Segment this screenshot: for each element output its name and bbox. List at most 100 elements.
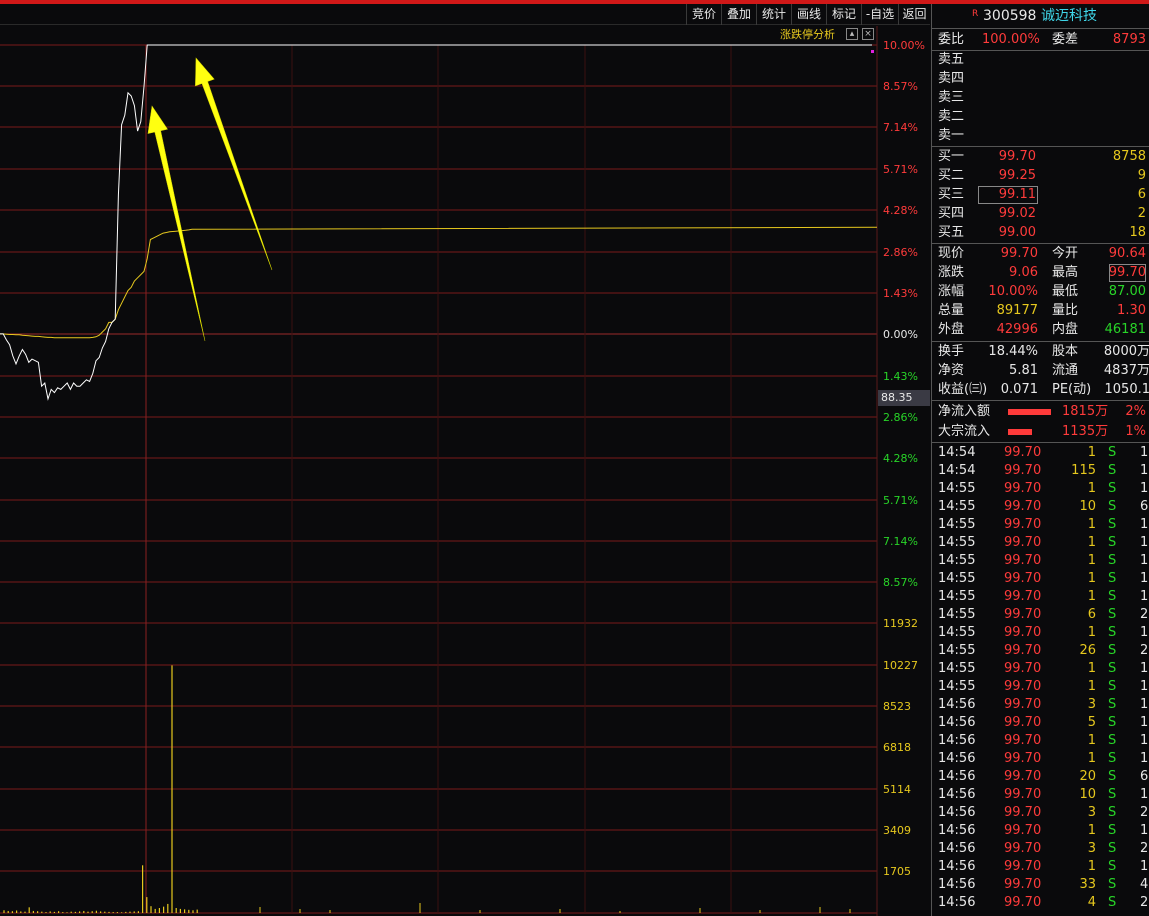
- buy-price[interactable]: 99.11: [978, 186, 1038, 204]
- tick-price: 99.70: [1004, 841, 1042, 856]
- close-icon[interactable]: ×: [862, 28, 874, 40]
- tick-row: 14:56 99.70 10 S 1: [932, 786, 1149, 804]
- tick-time: 14:54: [938, 463, 976, 478]
- stats-row: 总量 89177 量比 1.30: [932, 302, 1149, 320]
- stats-row: 现价 99.70 今开 90.64: [932, 245, 1149, 263]
- stat-value: 99.70: [1000, 246, 1038, 261]
- buy-volume: 2: [1137, 206, 1146, 221]
- tick-side: S: [1108, 589, 1117, 604]
- tick-count: 1: [1140, 517, 1149, 532]
- tick-side: S: [1108, 697, 1117, 712]
- y-axis-pct-label: 4.28%: [883, 204, 918, 217]
- y-axis-pct-label: 5.71%: [883, 163, 918, 176]
- tick-count: 1: [1140, 787, 1149, 802]
- stat-label: 外盘: [938, 322, 965, 337]
- tick-count: 1: [1140, 859, 1149, 874]
- tick-row: 14:55 99.70 1 S 1: [932, 678, 1149, 696]
- tick-price: 99.70: [1004, 535, 1042, 550]
- sell-order-row: 卖四: [932, 70, 1149, 88]
- tick-volume: 115: [1071, 463, 1096, 478]
- tick-time: 14:56: [938, 805, 976, 820]
- y-axis-pct-label: 4.28%: [883, 452, 918, 465]
- tick-volume: 1: [1087, 589, 1096, 604]
- toolbar-overlay-button[interactable]: 叠加: [721, 4, 756, 25]
- quote-panel: R 300598 诚迈科技 委比 100.00% 委差 8793 卖五 卖四 卖三卖…: [931, 4, 1149, 916]
- tick-row: 14:56 99.70 33 S 4: [932, 876, 1149, 894]
- tick-price: 99.70: [1004, 571, 1042, 586]
- intraday-chart[interactable]: 涨跌停分析 ▴ × 10.00% 8.57% 7.14% 5.71% 4.28% 2.86…: [0, 26, 930, 916]
- toolbar-back-button[interactable]: 返回: [898, 4, 930, 25]
- tick-time: 14:56: [938, 877, 976, 892]
- tick-price: 99.70: [1004, 715, 1042, 730]
- tick-row: 14:55 99.70 26 S 2: [932, 642, 1149, 660]
- tick-time: 14:56: [938, 751, 976, 766]
- tick-volume: 4: [1087, 895, 1096, 910]
- tick-count: 1: [1140, 481, 1149, 496]
- flow-value: 1815万: [1062, 404, 1109, 419]
- limit-analysis-button[interactable]: 涨跌停分析: [780, 28, 835, 42]
- tick-count: 2: [1140, 895, 1149, 910]
- tick-price: 99.70: [1004, 787, 1042, 802]
- tick-time: 14:56: [938, 715, 976, 730]
- buy-order-row: 买三 99.11 6: [932, 186, 1149, 204]
- tick-time: 14:56: [938, 733, 976, 748]
- tick-volume: 26: [1079, 643, 1096, 658]
- tick-time: 14:56: [938, 823, 976, 838]
- tick-time: 14:56: [938, 769, 976, 784]
- tick-volume: 3: [1087, 841, 1096, 856]
- buy-price[interactable]: 99.02: [978, 205, 1038, 223]
- tick-time: 14:54: [938, 445, 976, 460]
- collapse-icon[interactable]: ▴: [846, 28, 858, 40]
- stat-value: 99.70: [1108, 264, 1146, 282]
- toolbar-bidding-button[interactable]: 竞价: [686, 4, 721, 25]
- y-axis-pct-label: 1.43%: [883, 370, 918, 383]
- toolbar-mark-button[interactable]: 标记: [826, 4, 861, 25]
- tick-side: S: [1108, 517, 1117, 532]
- tick-volume: 1: [1087, 625, 1096, 640]
- tick-count: 1: [1140, 733, 1149, 748]
- tick-row: 14:55 99.70 1 S 1: [932, 570, 1149, 588]
- toolbar-draw-button[interactable]: 画线: [791, 4, 826, 25]
- tick-count: 1: [1140, 715, 1149, 730]
- tick-side: S: [1108, 805, 1117, 820]
- tick-side: S: [1108, 823, 1117, 838]
- stat-value: 89177: [996, 303, 1038, 318]
- tick-side: S: [1108, 535, 1117, 550]
- tick-price: 99.70: [1004, 751, 1042, 766]
- tick-side: S: [1108, 643, 1117, 658]
- stat-value: 5.81: [1009, 363, 1038, 378]
- tick-row: 14:55 99.70 10 S 6: [932, 498, 1149, 516]
- tick-volume: 3: [1087, 805, 1096, 820]
- buy-volume: 9: [1137, 168, 1146, 183]
- buy-price[interactable]: 99.25: [978, 167, 1038, 185]
- tick-count: 1: [1140, 625, 1149, 640]
- toolbar-stats-button[interactable]: 统计: [756, 4, 791, 25]
- tick-volume: 1: [1087, 823, 1096, 838]
- tick-row: 14:56 99.70 1 S 1: [932, 822, 1149, 840]
- tick-price: 99.70: [1004, 463, 1042, 478]
- stat-label: PE(动): [1052, 382, 1092, 397]
- tick-row: 14:55 99.70 1 S 1: [932, 660, 1149, 678]
- stat-value: 1.30: [1117, 303, 1146, 318]
- toolbar-watchlist-button[interactable]: -自选: [861, 4, 898, 25]
- tick-side: S: [1108, 877, 1117, 892]
- tick-count: 1: [1140, 553, 1149, 568]
- stock-name[interactable]: 诚迈科技: [1041, 7, 1097, 25]
- tick-count: 1: [1140, 589, 1149, 604]
- tick-row: 14:54 99.70 115 S 10: [932, 462, 1149, 480]
- tick-count: 2: [1140, 841, 1149, 856]
- y-axis-volume-label: 1705: [883, 865, 911, 878]
- tick-time: 14:55: [938, 517, 976, 532]
- stat-label: 涨跌: [938, 265, 965, 280]
- y-axis-volume-label: 6818: [883, 741, 911, 754]
- y-axis-pct-label: 8.57%: [883, 80, 918, 93]
- tick-count: 10: [1140, 463, 1149, 478]
- tick-volume: 10: [1079, 499, 1096, 514]
- buy-price[interactable]: 99.00: [978, 224, 1038, 242]
- tick-side: S: [1108, 733, 1117, 748]
- tick-volume: 1: [1087, 571, 1096, 586]
- tick-row: 14:56 99.70 4 S 2: [932, 894, 1149, 912]
- tick-count: 1: [1140, 661, 1149, 676]
- tick-count: 1: [1140, 571, 1149, 586]
- buy-price[interactable]: 99.70: [978, 148, 1038, 166]
